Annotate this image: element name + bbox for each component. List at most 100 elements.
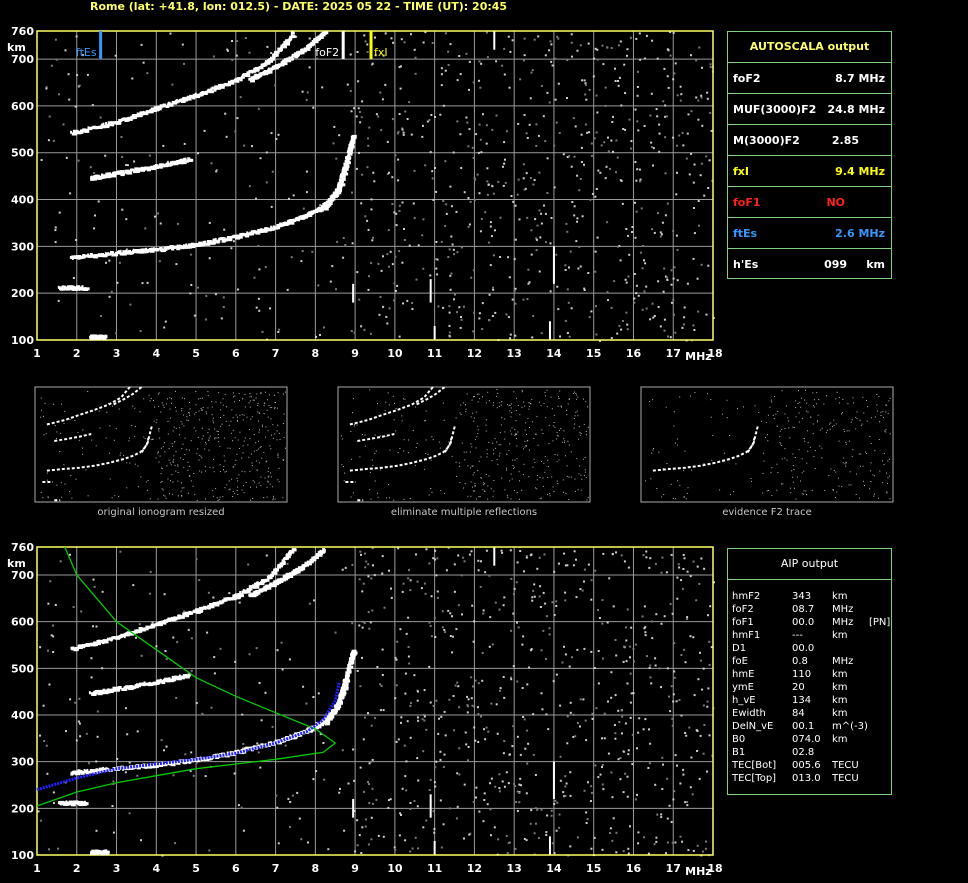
thumbnail-noise <box>228 489 230 491</box>
noise-dot <box>576 648 579 651</box>
noise-dot <box>608 577 611 580</box>
thumbnail-noise <box>482 396 483 398</box>
noise-dot <box>415 553 417 556</box>
thumbnail-noise <box>262 426 263 428</box>
thumbnail-noise <box>171 398 172 400</box>
noise-dot <box>526 298 529 300</box>
thumbnail-noise <box>279 438 281 440</box>
noise-dot <box>368 275 370 278</box>
noise-dot <box>514 847 517 850</box>
thumbnail-noise <box>480 477 482 479</box>
noise-dot <box>558 132 561 134</box>
noise-dot <box>643 259 645 262</box>
noise-dot <box>390 596 393 599</box>
noise-dot <box>484 738 487 741</box>
thumbnail-noise <box>583 398 584 400</box>
thumbnail-noise <box>190 480 192 482</box>
noise-dot <box>300 838 303 841</box>
noise-dot <box>597 650 600 652</box>
thumbnail-noise <box>506 494 508 496</box>
thumbnail-noise <box>282 459 284 461</box>
thumbnail-noise <box>258 412 260 414</box>
noise-dot <box>368 802 371 804</box>
noise-dot <box>611 839 614 842</box>
noise-dot <box>360 325 363 328</box>
thumbnail-noise <box>177 465 179 467</box>
thumbnail-noise <box>275 402 276 403</box>
noise-dot <box>365 560 368 563</box>
noise-dot <box>672 298 675 301</box>
noise-dot <box>587 563 590 566</box>
noise-dot <box>444 32 447 35</box>
plot-autoscala-ionogram: 1 2 3 4 5 6 7 8 9 10 11 12 13 14 15 16 17 18MHz1002003004… <box>7 25 723 363</box>
noise-dot <box>593 836 596 839</box>
noise-dot <box>523 570 525 573</box>
noise-dot <box>635 179 638 182</box>
noise-dot <box>682 554 685 556</box>
thumbnail-noise <box>236 416 238 418</box>
noise-dot <box>518 783 521 786</box>
noise-dot <box>333 125 336 128</box>
noise-dot <box>447 64 450 66</box>
noise-dot <box>521 687 524 689</box>
noise-dot <box>467 759 469 762</box>
thumbnail-noise <box>403 498 405 500</box>
noise-dot <box>683 557 686 560</box>
noise-dot <box>475 133 478 136</box>
noise-dot <box>702 704 705 707</box>
noise-dot <box>370 577 373 580</box>
thumbnail-noise <box>485 474 487 475</box>
noise-dot <box>402 302 404 305</box>
noise-dot <box>380 129 383 132</box>
noise-dot <box>578 245 581 248</box>
thumbnail-noise <box>267 430 269 432</box>
thumbnail-noise <box>554 454 556 455</box>
noise-dot <box>471 604 474 607</box>
thumbnail-noise <box>223 437 225 439</box>
noise-dot <box>534 774 537 776</box>
thumbnail-noise <box>528 408 530 410</box>
thumbnail-noise <box>249 438 251 440</box>
thumbnail-noise <box>395 408 397 409</box>
trace-points-bottom-1 <box>351 649 357 653</box>
noise-dot <box>198 579 201 582</box>
noise-dot <box>626 54 628 57</box>
noise-dot <box>212 55 215 58</box>
noise-dot <box>558 562 560 565</box>
noise-dot <box>667 86 670 89</box>
thumbnail-noise <box>222 496 224 498</box>
noise-dot <box>535 123 538 126</box>
thumbnail-noise <box>214 437 216 439</box>
noise-dot <box>367 575 370 578</box>
noise-dot <box>417 719 420 722</box>
noise-dot <box>672 700 675 703</box>
thumbnail-noise <box>160 481 162 483</box>
thumbnail-noise <box>213 458 215 460</box>
noise-dot <box>699 659 702 662</box>
noise-dot <box>400 721 402 724</box>
trace-points-2 <box>291 35 296 39</box>
thumbnail-noise <box>140 476 142 478</box>
noise-dot <box>503 162 506 165</box>
noise-dot <box>527 268 530 271</box>
noise-dot <box>222 296 225 299</box>
noise-dot <box>372 564 374 567</box>
noise-dot <box>313 599 316 602</box>
noise-dot <box>367 611 370 614</box>
noise-dot <box>595 333 598 336</box>
noise-dot <box>450 205 453 208</box>
noise-dot <box>467 746 470 748</box>
noise-dot <box>636 793 638 796</box>
thumbnail-noise <box>126 462 128 464</box>
thumbnail-noise <box>219 496 221 498</box>
noise-dot <box>576 220 579 223</box>
noise-dot <box>447 256 450 258</box>
noise-dot <box>144 227 147 230</box>
thumbnail-noise <box>506 469 507 471</box>
thumbnail-noise <box>541 429 543 431</box>
thumbnail-noise <box>263 413 265 415</box>
noise-dot <box>648 728 650 731</box>
thumbnail-noise <box>56 437 57 439</box>
noise-dot <box>519 78 522 81</box>
thumbnail-noise <box>551 476 553 478</box>
